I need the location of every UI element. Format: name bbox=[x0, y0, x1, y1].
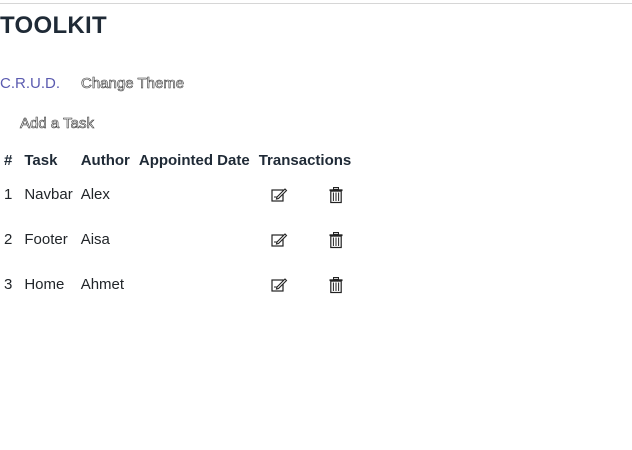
crud-link[interactable]: C.R.U.D. bbox=[0, 75, 60, 92]
table-row: 3 Home Ahmet bbox=[0, 262, 356, 307]
add-task-button[interactable]: Add a Task bbox=[20, 115, 95, 133]
header-number: # bbox=[4, 151, 13, 169]
row-author: Aisa bbox=[80, 231, 110, 248]
header-task: Task bbox=[24, 151, 58, 169]
row-transactions bbox=[255, 172, 357, 217]
trash-icon[interactable] bbox=[326, 275, 346, 295]
row-task: Home bbox=[24, 276, 65, 293]
row-task: Footer bbox=[24, 231, 68, 248]
row-number: 1 bbox=[4, 186, 13, 203]
edit-icon[interactable] bbox=[269, 230, 289, 250]
table-header-row: # Task Author Appointed Date Transaction… bbox=[0, 148, 356, 172]
row-number: 2 bbox=[4, 231, 13, 248]
change-theme-button[interactable]: Change Theme bbox=[81, 75, 185, 93]
top-divider bbox=[0, 3, 632, 4]
table-row: 2 Footer Aisa bbox=[0, 217, 356, 262]
header-author: Author bbox=[80, 151, 130, 169]
tasks-table: # Task Author Appointed Date Transaction… bbox=[0, 148, 356, 307]
trash-icon[interactable] bbox=[326, 185, 346, 205]
row-appointed-date bbox=[135, 172, 255, 217]
row-appointed-date bbox=[135, 217, 255, 262]
row-task: Navbar bbox=[24, 186, 73, 203]
edit-icon[interactable] bbox=[269, 275, 289, 295]
row-actions bbox=[259, 185, 353, 205]
row-author: Alex bbox=[80, 186, 110, 203]
header-appointed-date: Appointed Date bbox=[138, 151, 250, 169]
row-transactions bbox=[255, 217, 357, 262]
row-appointed-date bbox=[135, 262, 255, 307]
brand-title: TOOLKIT bbox=[0, 12, 107, 39]
header-transactions: Transactions bbox=[258, 151, 352, 169]
row-transactions bbox=[255, 262, 357, 307]
top-nav: C.R.U.D. Change Theme bbox=[0, 75, 185, 93]
row-actions bbox=[259, 230, 353, 250]
edit-icon[interactable] bbox=[269, 185, 289, 205]
trash-icon[interactable] bbox=[326, 230, 346, 250]
table-row: 1 Navbar Alex bbox=[0, 172, 356, 217]
row-author: Ahmet bbox=[80, 276, 125, 293]
row-actions bbox=[259, 275, 353, 295]
row-number: 3 bbox=[4, 276, 13, 293]
